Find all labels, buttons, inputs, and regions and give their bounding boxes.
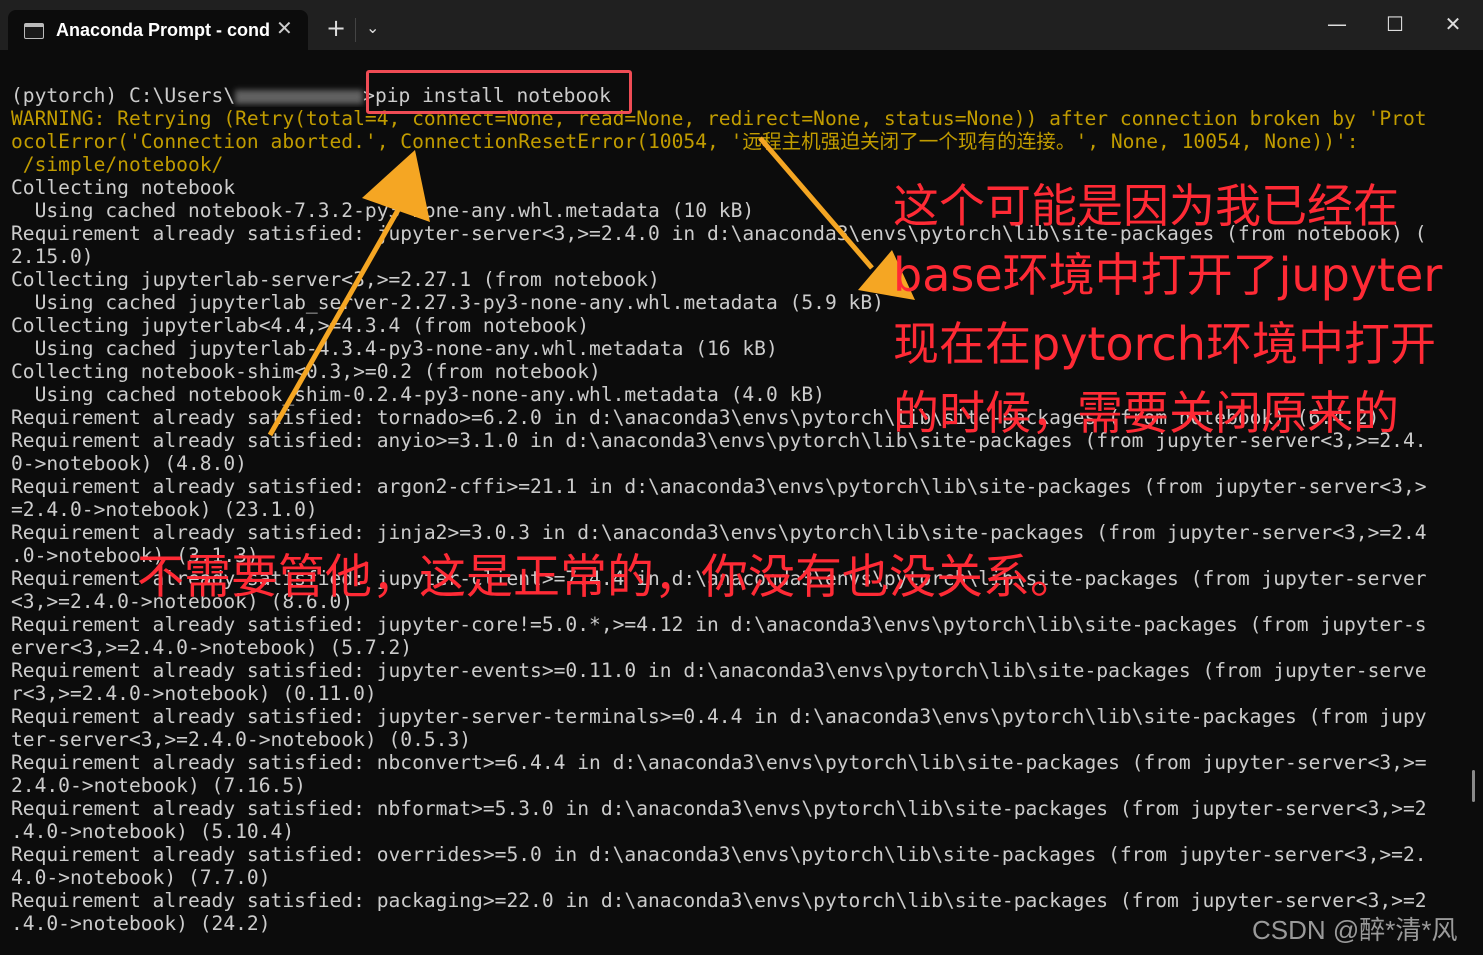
prompt-prefix: (pytorch) C:\Users\ <box>11 84 236 107</box>
title-bar: Anaconda Prompt - cond ✕ + ⌄ — ☐ ✕ <box>0 0 1483 50</box>
output-line: r<3,>=2.4.0->notebook) (0.11.0) <box>11 682 377 705</box>
annotation-note-right: 这个可能是因为我已经在 base环境中打开了jupyter 现在在pytorch… <box>893 172 1442 448</box>
output-line: Requirement already satisfied: jupyter-c… <box>11 613 1427 636</box>
annotation-note-bottom: 不需要管他，这是正常的，你没有也没关系。 <box>137 550 1077 605</box>
tab-separator <box>355 18 356 42</box>
output-line: Requirement already satisfied: jinja2>=3… <box>11 521 1427 544</box>
output-line: Requirement already satisfied: packaging… <box>11 889 1427 912</box>
chevron-down-icon[interactable]: ⌄ <box>366 20 379 36</box>
new-tab-button[interactable]: + <box>326 16 346 40</box>
note-line-1: 这个可能是因为我已经在 <box>893 179 1399 233</box>
output-line: Requirement already satisfied: nbconvert… <box>11 751 1427 774</box>
note-line-3: 现在在pytorch环境中打开 <box>893 317 1436 371</box>
note-line-4: 的时候，需要关闭原来的 <box>893 386 1399 440</box>
output-line: Requirement already satisfied: jupyter-s… <box>11 705 1427 728</box>
prompt-line: (pytorch) C:\Users\ >pip install notebook <box>11 84 1461 107</box>
output-line: Requirement already satisfied: jupyter-e… <box>11 659 1427 682</box>
minimize-button[interactable]: — <box>1314 12 1360 36</box>
terminal-window: Anaconda Prompt - cond ✕ + ⌄ — ☐ ✕ (pyto… <box>0 0 1483 955</box>
output-line: Requirement already satisfied: argon2-cf… <box>11 475 1427 498</box>
warning-line: WARNING: Retrying (Retry(total=4, connec… <box>11 107 1427 130</box>
output-line: 4.0->notebook) (7.7.0) <box>11 866 271 889</box>
tab-close-icon[interactable]: ✕ <box>276 16 293 40</box>
output-line: ter-server<3,>=2.4.0->notebook) (0.5.3) <box>11 728 472 751</box>
warning-line: ocolError('Connection aborted.', Connect… <box>11 130 1359 153</box>
note-line-2: base环境中打开了jupyter <box>893 248 1443 302</box>
output-line: =2.4.0->notebook) (23.1.0) <box>11 498 318 521</box>
command-highlight-box <box>366 70 632 114</box>
watermark: CSDN @醉*清*风 <box>1252 915 1458 945</box>
close-button[interactable]: ✕ <box>1430 12 1476 36</box>
terminal-icon <box>24 23 44 39</box>
maximize-button[interactable]: ☐ <box>1372 12 1418 36</box>
output-line: .4.0->notebook) (24.2) <box>11 912 271 935</box>
output-line: 2.4.0->notebook) (7.16.5) <box>11 774 306 797</box>
output-line: 0->notebook) (4.8.0) <box>11 452 247 475</box>
tab-anaconda-prompt[interactable]: Anaconda Prompt - cond ✕ <box>8 10 308 50</box>
redacted-username <box>235 89 364 104</box>
tab-title: Anaconda Prompt - cond <box>56 20 271 40</box>
output-line: erver<3,>=2.4.0->notebook) (5.7.2) <box>11 636 413 659</box>
output-line: Requirement already satisfied: overrides… <box>11 843 1427 866</box>
output-line: Requirement already satisfied: nbformat>… <box>11 797 1427 820</box>
scrollbar-thumb[interactable] <box>1472 770 1475 802</box>
output-line: .4.0->notebook) (5.10.4) <box>11 820 295 843</box>
